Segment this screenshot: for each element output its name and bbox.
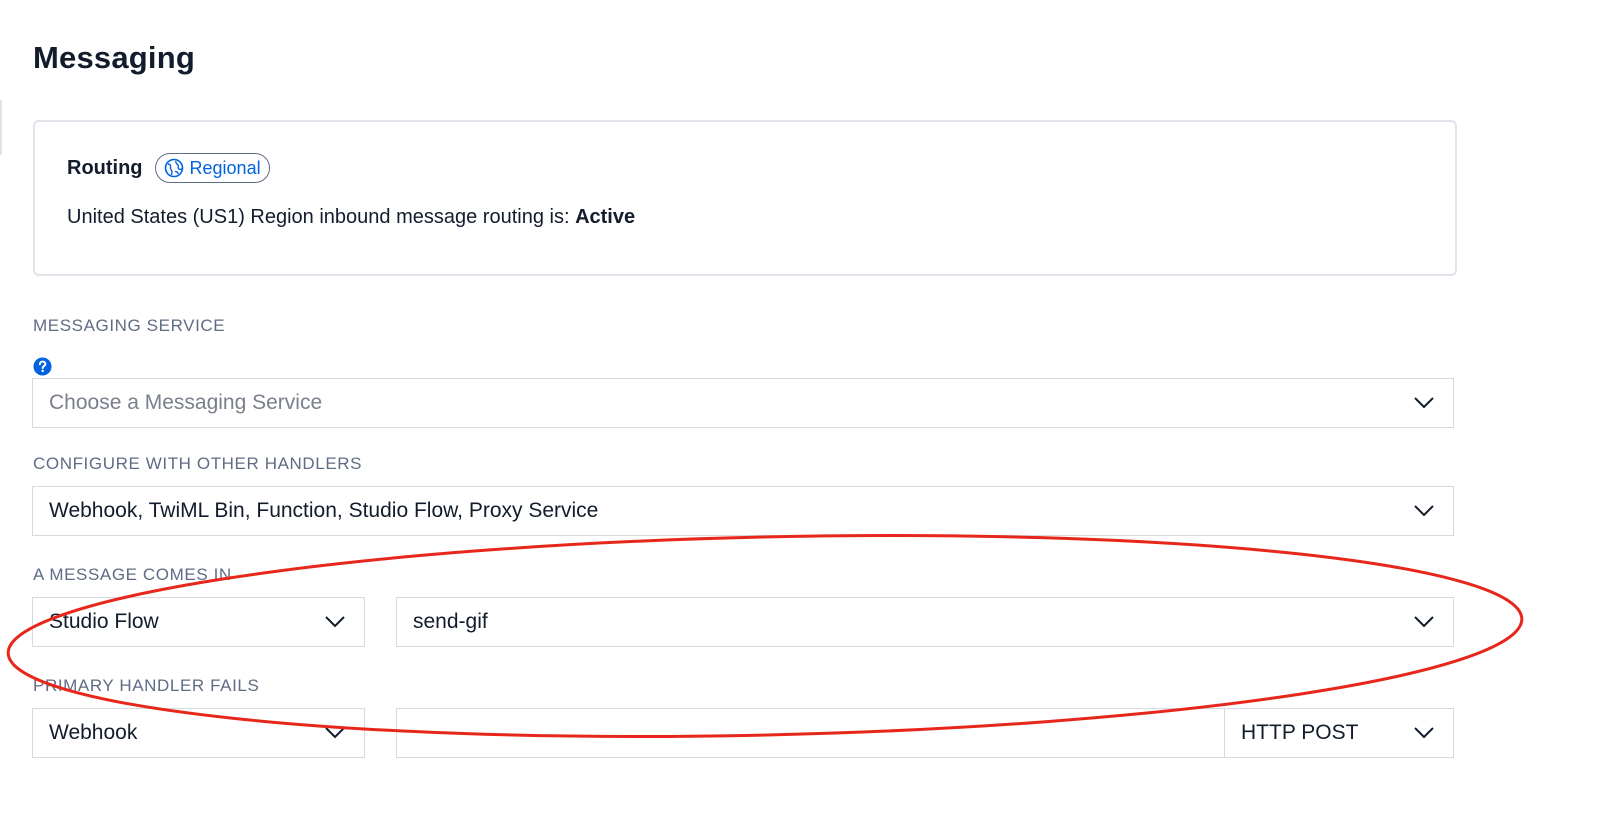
message-comes-in-label: A MESSAGE COMES IN (33, 565, 232, 584)
messaging-service-label: MESSAGING SERVICE (33, 316, 226, 335)
studio-flow-select[interactable]: send-gif (396, 597, 1454, 647)
page-title: Messaging (33, 40, 196, 75)
chevron-down-icon (1414, 397, 1434, 409)
fallback-handler-type-select[interactable]: Webhook (32, 708, 365, 758)
chevron-down-icon (1414, 727, 1434, 739)
messaging-service-select[interactable]: Choose a Messaging Service (32, 378, 1454, 428)
routing-card: Routing Regional United States (US1) Reg… (33, 120, 1457, 276)
fallback-url-input[interactable] (396, 708, 1226, 758)
messaging-service-placeholder: Choose a Messaging Service (49, 391, 323, 414)
other-handlers-select[interactable]: Webhook, TwiML Bin, Function, Studio Flo… (32, 486, 1454, 536)
routing-status-text: United States (US1) Region inbound messa… (67, 206, 570, 228)
routing-status: United States (US1) Region inbound messa… (67, 206, 635, 229)
message-handler-type-value: Studio Flow (49, 610, 159, 633)
primary-handler-fails-label: PRIMARY HANDLER FAILS (33, 676, 260, 695)
help-icon[interactable] (33, 357, 52, 376)
regional-badge-label: Regional (189, 157, 261, 178)
chevron-down-icon (1414, 616, 1434, 628)
fallback-http-method-value: HTTP POST (1241, 721, 1359, 744)
message-handler-type-select[interactable]: Studio Flow (32, 597, 365, 647)
other-handlers-value: Webhook, TwiML Bin, Function, Studio Flo… (49, 499, 599, 522)
routing-header: Routing Regional (67, 153, 270, 183)
studio-flow-value: send-gif (413, 610, 488, 633)
routing-status-value: Active (575, 206, 636, 228)
chevron-down-icon (325, 727, 345, 739)
left-edge-divider (0, 100, 2, 155)
other-handlers-label: CONFIGURE WITH OTHER HANDLERS (33, 454, 363, 473)
fallback-http-method-select[interactable]: HTTP POST (1224, 708, 1454, 758)
fallback-handler-type-value: Webhook (49, 721, 138, 744)
messaging-config-page: Messaging Routing Regional United States… (0, 0, 1600, 827)
regional-badge: Regional (154, 153, 270, 183)
chevron-down-icon (325, 616, 345, 628)
routing-label: Routing (67, 156, 143, 179)
chevron-down-icon (1414, 505, 1434, 517)
globe-icon (164, 158, 183, 178)
